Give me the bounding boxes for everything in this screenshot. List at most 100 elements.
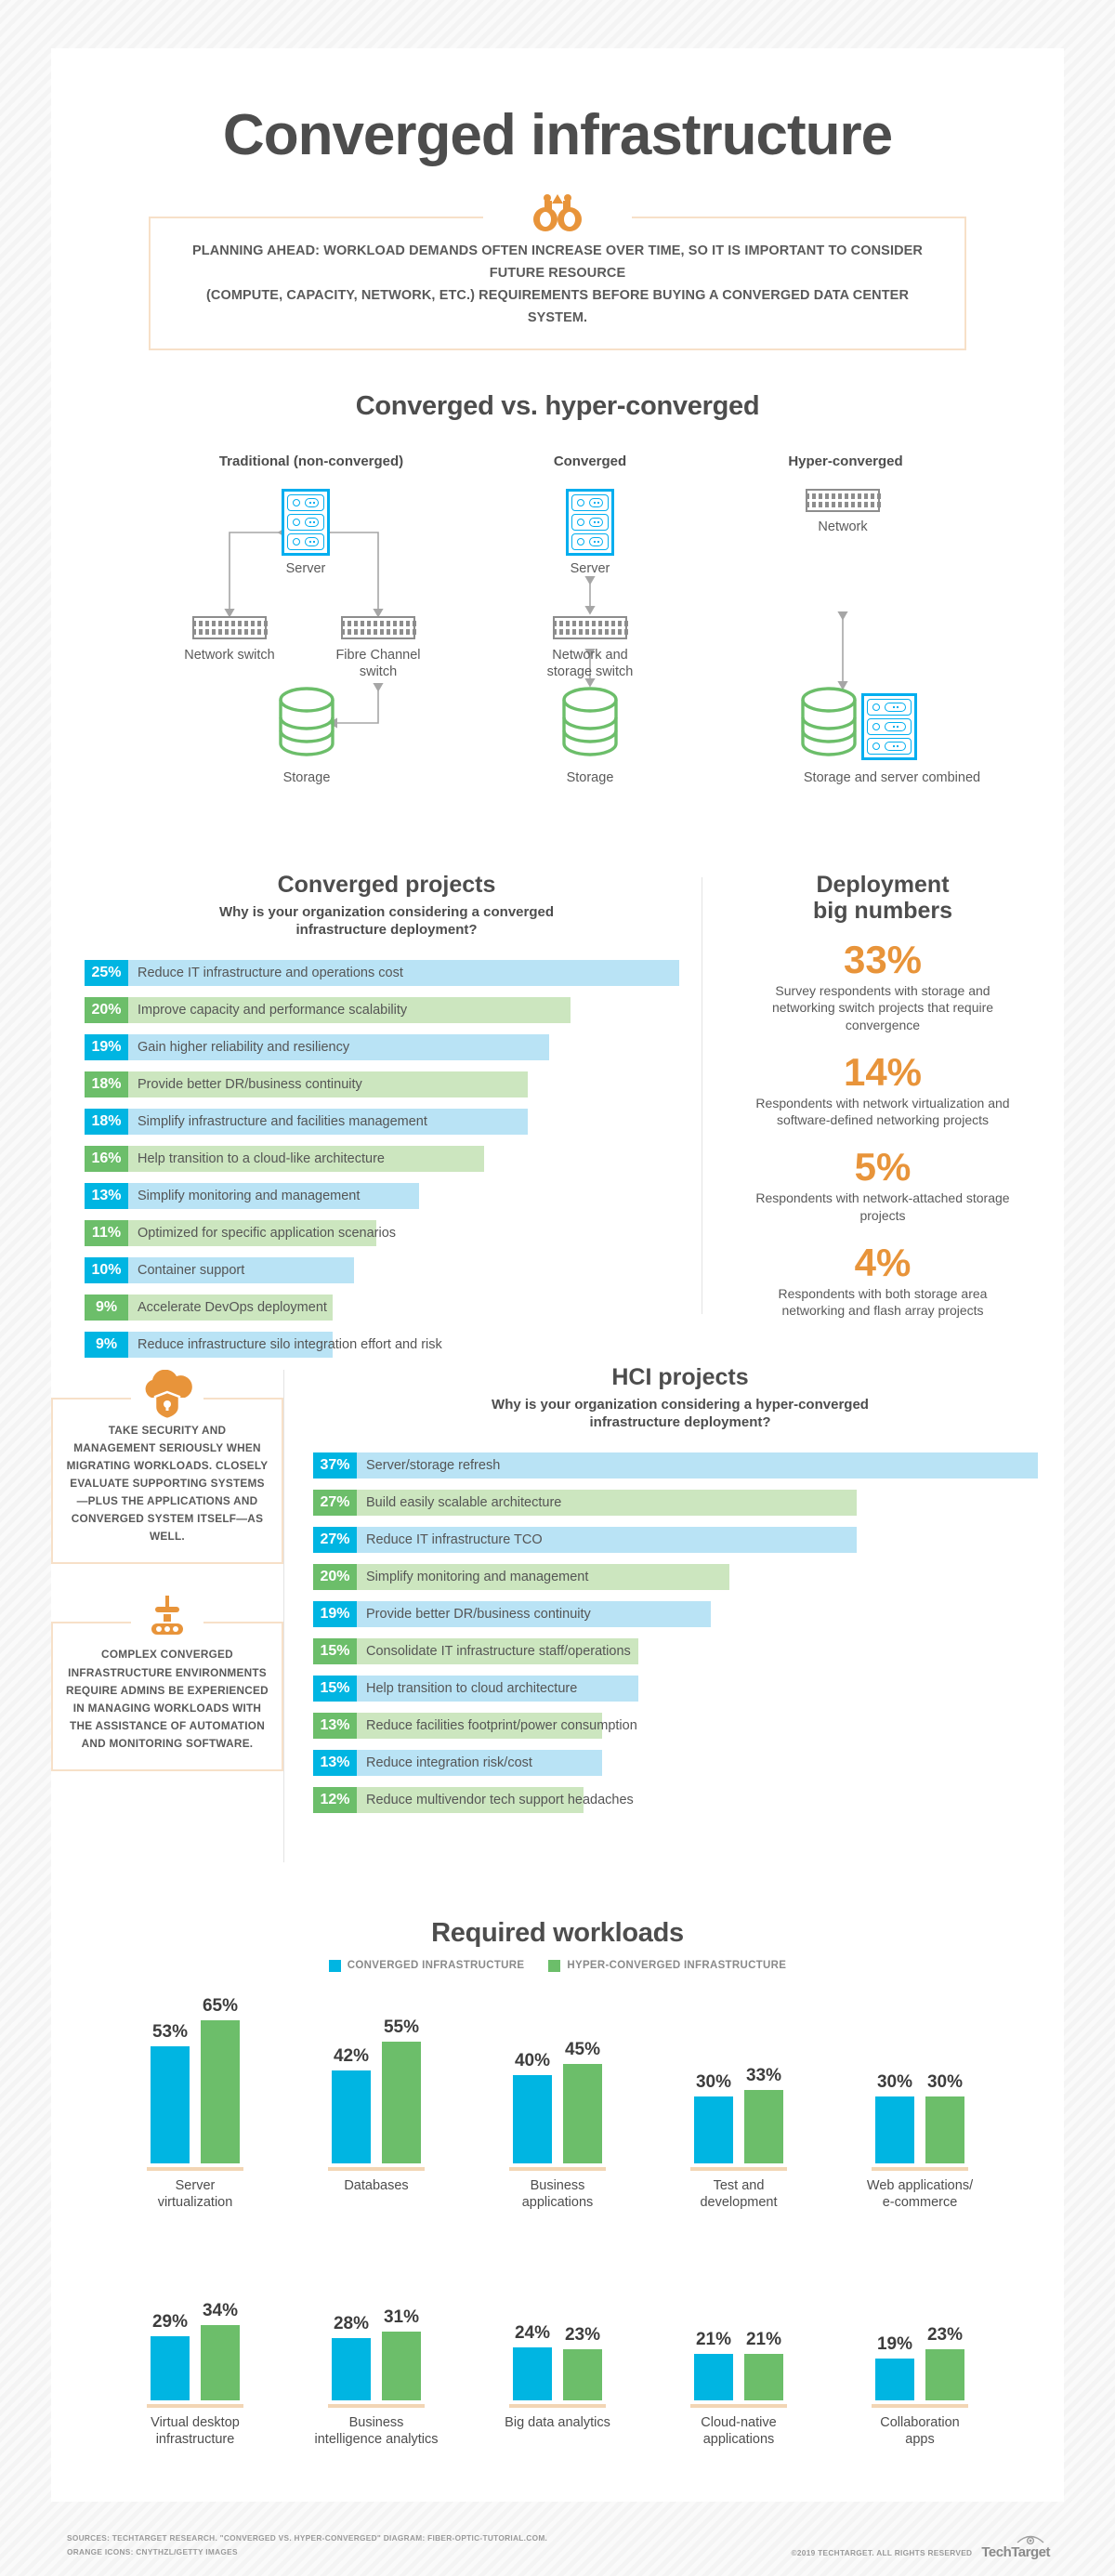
server-icon-converged: [566, 488, 614, 556]
diagram-caption-storage-server-combined: Storage and server combined: [803, 769, 981, 785]
workload-bar: [875, 2358, 914, 2400]
bar-value: 13%: [313, 1750, 357, 1777]
workload-bar: [513, 2074, 552, 2163]
workload-group: 30% 30% Web applications/e-commerce: [850, 1996, 990, 2211]
deployment-big-numbers-panel: Deployment big numbers 33% Survey respond…: [729, 872, 1036, 1338]
workload-bar: [201, 2324, 240, 2400]
bar-row: 12% Reduce multivendor tech support heada…: [313, 1787, 1047, 1814]
workload-label: Business intelligence analytics: [307, 2414, 446, 2448]
workload-bar-value: 55%: [383, 2017, 420, 2037]
workload-label: Server virtualization: [125, 2177, 265, 2211]
workload-label-line: Cloud-native: [701, 2414, 777, 2430]
bar-label: Simplify infrastructure and facilities m…: [138, 1114, 427, 1130]
workload-label-line: infrastructure: [155, 2432, 235, 2448]
workload-group: 24% 23% Big data analytics: [488, 2233, 627, 2448]
section-divider-2: [283, 1369, 284, 1862]
diagram-caption-storage-converged: Storage: [566, 769, 614, 785]
workload-label-line: Business: [348, 2414, 404, 2430]
workload-bar: [925, 2096, 964, 2163]
workload-label-line: Web applications/: [866, 2177, 974, 2193]
bar-row: 27% Reduce IT infrastructure TCO: [313, 1527, 1047, 1554]
bar-value: 16%: [85, 1146, 128, 1173]
workload-group: 53% 65% Server virtualization: [125, 1996, 265, 2211]
diagram-caption-network-storage-switch: Network and storage switch: [534, 647, 646, 680]
converged-projects-bar-list: 25% Reduce IT infrastructure and operatio…: [85, 960, 689, 1359]
bar-label: Help transition to a cloud-like architec…: [138, 1151, 385, 1167]
workload-bar-value: 40%: [514, 2050, 551, 2070]
workload-baseline: [872, 2166, 968, 2171]
bar-row: 13% Simplify monitoring and management: [85, 1183, 689, 1210]
bar-row: 15% Help transition to cloud architecture: [313, 1676, 1047, 1702]
bar-value: 37%: [313, 1452, 357, 1479]
workload-bar: [925, 2348, 964, 2400]
workload-bar-column: 21%: [694, 2233, 733, 2400]
workload-bar: [151, 2045, 190, 2163]
infographic-sheet: Converged infrastructure PLANNING AHEAD:…: [51, 48, 1064, 2502]
diagram-title: Converged vs. hyper-converged: [355, 390, 760, 421]
legend-swatch: [548, 1959, 561, 1972]
workload-bar-column: 23%: [563, 2233, 602, 2400]
workload-bar-column: 19%: [875, 2233, 914, 2400]
workload-label-line: virtualization: [157, 2194, 233, 2210]
bar-label: Improve capacity and performance scalabi…: [138, 1003, 408, 1019]
workload-baseline: [509, 2166, 606, 2171]
workload-bar: [382, 2331, 421, 2400]
bar-row: 11% Optimized for specific application sc…: [85, 1220, 689, 1247]
legend-label: HYPER-CONVERGED INFRASTRUCTURE: [567, 1960, 787, 1972]
converged-projects-subtitle-2: infrastructure deployment?: [295, 922, 478, 939]
bar-value: 13%: [85, 1183, 128, 1210]
diagram-caption-network-switch: Network switch: [184, 647, 275, 663]
bar-value: 15%: [313, 1638, 357, 1665]
workload-bar: [563, 2063, 602, 2163]
workload-label-line: development: [700, 2194, 778, 2210]
workload-bar-column: 24%: [513, 2233, 552, 2400]
bar-label: Simplify monitoring and management: [366, 1570, 589, 1585]
storage-icon-hyperconverged: [801, 686, 857, 756]
workload-group: 29% 34% Virtual desktop infrastructure: [125, 2233, 265, 2448]
diagram-column-heading-traditional: Traditional (non-converged): [218, 453, 404, 469]
workload-bar-value: 30%: [695, 2071, 732, 2092]
bar-label: Reduce IT infrastructure TCO: [366, 1532, 543, 1548]
workload-baseline: [147, 2403, 243, 2408]
tip-line-2: (COMPUTE, CAPACITY, NETWORK, ETC.) REQUI…: [205, 287, 910, 325]
workload-bar: [744, 2353, 783, 2400]
hci-projects-title: HCI projects: [611, 1363, 749, 1390]
workload-baseline: [872, 2403, 968, 2408]
converged-vs-hyperconverged-diagram: Traditional (non-converged) Converged Hy…: [51, 453, 1064, 844]
converged-projects-panel: Converged projects Why is your organizat…: [85, 872, 689, 1370]
hci-projects-subtitle-2: infrastructure deployment?: [589, 1414, 771, 1431]
workload-bar: [513, 2346, 552, 2400]
converged-projects-title: Converged projects: [277, 871, 496, 898]
workload-label: Collaboration apps: [850, 2414, 990, 2448]
workload-label-line: Databases: [344, 2177, 409, 2193]
workload-bar: [332, 2070, 371, 2163]
storage-icon-traditional: [279, 686, 334, 756]
legend-label: CONVERGED INFRASTRUCTURE: [347, 1960, 525, 1972]
bar-row: 9% Reduce infrastructure silo integration…: [85, 1332, 689, 1359]
workload-bar-column: 30%: [875, 1996, 914, 2163]
bar-value: 11%: [85, 1220, 128, 1247]
workload-bar: [875, 2096, 914, 2163]
page-title: Converged infrastructure: [222, 103, 893, 167]
workload-bar-column: 29%: [151, 2233, 190, 2400]
workload-bar-value: 29%: [151, 2311, 189, 2332]
workload-bar-value: 23%: [564, 2324, 601, 2345]
big-number-value: 14%: [843, 1049, 923, 1094]
required-workloads-legend: CONVERGED INFRASTRUCTURE HYPER-CONVERGED …: [51, 1959, 1064, 1972]
workload-group: 30% 33% Test and development: [669, 1996, 808, 2211]
workload-label: Cloud-native applications: [669, 2414, 808, 2448]
hci-projects-panel: HCI projects Why is your organization co…: [313, 1364, 1047, 1825]
footer-source-line-1: SOURCES: TECHTARGET RESEARCH. "CONVERGED…: [67, 2533, 548, 2543]
workload-baseline: [147, 2166, 243, 2171]
big-numbers-title-2: big numbers: [812, 898, 952, 925]
big-number-item: 33% Survey respondents with storage and n…: [729, 940, 1036, 1033]
workload-bar: [694, 2096, 733, 2163]
workload-label: Test and development: [669, 2177, 808, 2211]
workload-label-line: applications: [521, 2194, 594, 2210]
diagram-column-heading-hyperconverged: Hyper-converged: [788, 453, 903, 469]
fc-line-2: switch: [359, 664, 398, 679]
bar-row: 19% Gain higher reliability and resilienc…: [85, 1034, 689, 1061]
diagram-caption-storage-traditional: Storage: [282, 769, 331, 785]
workload-label: Web applications/e-commerce: [850, 2177, 990, 2211]
workload-bar-column: 65%: [201, 1996, 240, 2163]
